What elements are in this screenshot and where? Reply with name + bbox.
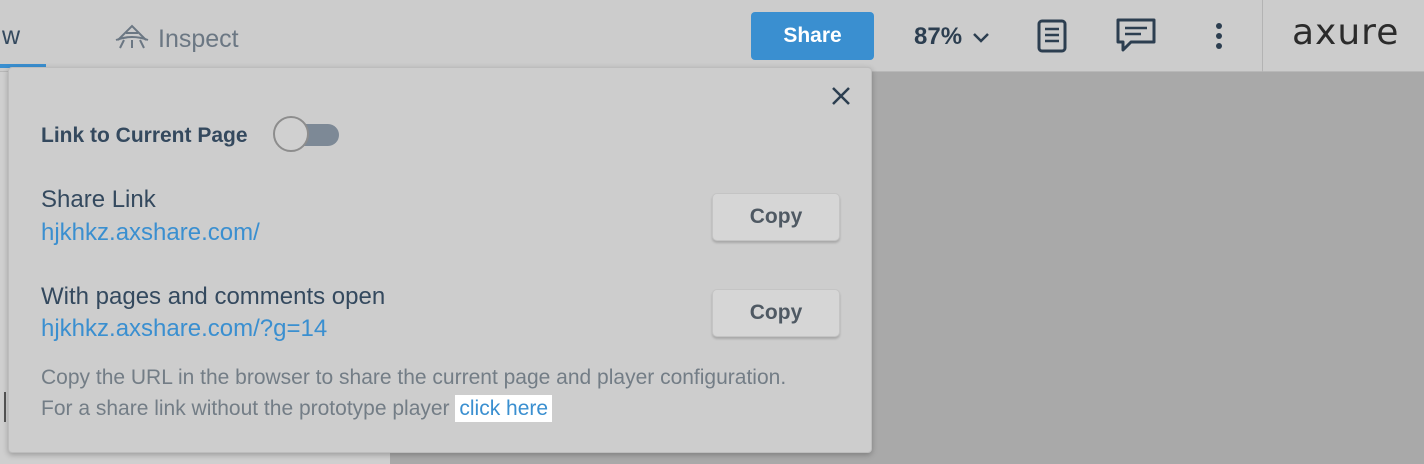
click-here-link[interactable]: click here	[455, 395, 553, 422]
close-icon[interactable]	[827, 82, 855, 110]
pages-link-url[interactable]: hjkhkz.axshare.com/?g=14	[41, 315, 327, 343]
comment-icon[interactable]	[1114, 16, 1158, 54]
share-note: Copy the URL in the browser to share the…	[41, 362, 861, 424]
share-link-url[interactable]: hjkhkz.axshare.com/	[41, 219, 260, 247]
inspect-icon	[114, 22, 150, 57]
chevron-down-icon	[972, 23, 990, 51]
text-caret	[4, 392, 6, 422]
axure-logo: axure	[1292, 12, 1400, 53]
top-toolbar: w Inspect Share 87% axure	[0, 0, 1424, 72]
tab-inspect-label: Inspect	[158, 24, 239, 53]
toggle-knob	[273, 116, 309, 152]
zoom-value: 87%	[914, 23, 963, 50]
tab-preview[interactable]: w	[0, 22, 46, 66]
share-popover: Link to Current Page Share Link hjkhkz.a…	[8, 67, 872, 453]
share-note-line2-wrap: For a share link without the prototype p…	[41, 393, 861, 424]
share-link-title: Share Link	[41, 186, 156, 213]
copy-pages-link-button[interactable]: Copy	[712, 289, 840, 337]
link-current-page-toggle[interactable]	[273, 116, 339, 154]
tab-inspect[interactable]: Inspect	[114, 22, 239, 56]
link-current-page-label: Link to Current Page	[41, 124, 248, 147]
tab-preview-label: w	[2, 22, 21, 50]
pages-link-title: With pages and comments open	[41, 283, 386, 310]
share-note-line2: For a share link without the prototype p…	[41, 397, 450, 420]
toolbar-divider	[1262, 0, 1263, 72]
share-button[interactable]: Share	[751, 12, 874, 60]
zoom-dropdown[interactable]: 87%	[914, 20, 990, 54]
share-note-line1: Copy the URL in the browser to share the…	[41, 366, 787, 389]
more-vertical-icon[interactable]	[1208, 20, 1230, 52]
notes-icon[interactable]	[1034, 18, 1070, 54]
copy-share-link-button[interactable]: Copy	[712, 193, 840, 241]
